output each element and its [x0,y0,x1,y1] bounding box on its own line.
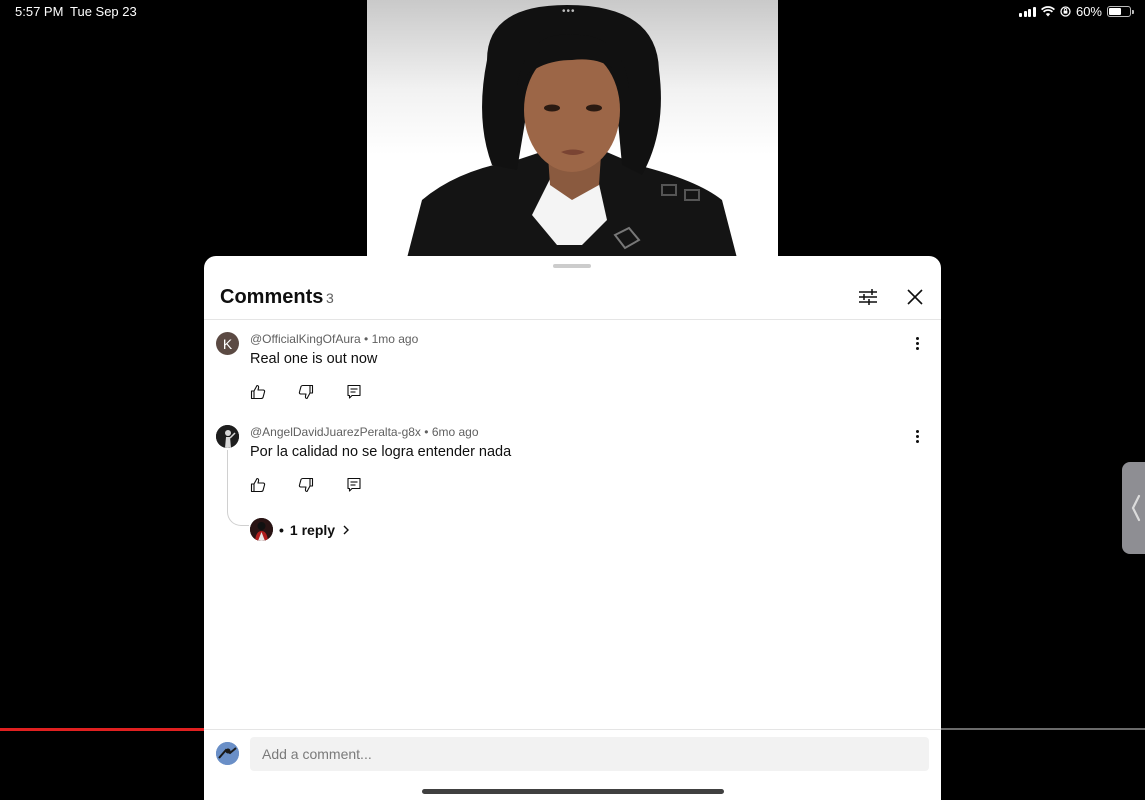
status-date: Tue Sep 23 [70,4,137,19]
reply-avatar [250,518,273,541]
comments-sheet: Comments 3 K @OfficialKingOfAura • 1mo a… [204,256,941,800]
dislike-button[interactable] [298,475,346,495]
comment-item: @AngelDavidJuarezPeralta-g8x • 6mo ago P… [204,425,941,505]
thumbs-down-icon [298,384,314,400]
sort-filter-button[interactable] [856,285,880,309]
comments-title: Comments [220,286,324,308]
reply-separator: • [279,521,284,538]
cellular-signal-icon [1019,6,1036,17]
thumbs-down-icon [298,477,314,493]
meta-separator: • [424,425,432,439]
chevron-left-icon [1131,494,1141,522]
reply-button[interactable] [346,475,394,495]
comment-time: 1mo ago [371,332,419,346]
dot [915,346,919,350]
meta-separator: • [364,332,372,346]
comment-actions [250,382,394,402]
view-replies-button[interactable]: • 1 reply [250,518,351,541]
video-progress-played[interactable] [0,728,204,731]
comment-more-button[interactable] [909,427,925,445]
commenter-avatar[interactable]: K [216,332,239,355]
comment-author[interactable]: @AngelDavidJuarezPeralta-g8x [250,425,421,439]
comments-header: Comments 3 [204,280,941,320]
battery-icon [1107,6,1134,17]
dislike-button[interactable] [298,382,346,402]
reply-button[interactable] [346,382,394,402]
reply-comment-icon [347,384,361,399]
wifi-icon [1040,6,1055,17]
avatar-image [216,425,239,448]
comment-actions [250,475,394,495]
video-player[interactable] [367,0,778,258]
comments-count: 3 [326,290,334,306]
dot [915,434,919,438]
chevron-right-icon [343,525,350,534]
close-icon [907,289,923,305]
avatar-image [250,518,273,541]
comment-meta: @AngelDavidJuarezPeralta-g8x • 6mo ago [250,425,479,439]
battery-percent: 60% [1075,4,1102,19]
reply-comment-icon [347,477,361,492]
commenter-avatar[interactable] [216,425,239,448]
dot [915,429,919,433]
sheet-drag-handle[interactable] [553,264,591,268]
avatar-image [216,742,239,765]
thumbs-up-icon [250,384,266,400]
orientation-lock-icon [1060,6,1071,17]
thumbs-up-icon [250,477,266,493]
battery-level [1109,8,1121,15]
comment-text: Real one is out now [250,351,378,367]
comment-author[interactable]: @OfficialKingOfAura [250,332,361,346]
comment-input[interactable] [250,737,929,771]
user-avatar[interactable] [216,742,239,765]
video-progress-remaining[interactable] [941,728,1145,730]
dot [915,341,919,345]
replies-count-label: 1 reply [289,521,336,538]
comment-text: Por la calidad no se logra entender nada [250,444,512,460]
comment-item: K @OfficialKingOfAura • 1mo ago Real one… [204,332,941,412]
sliders-icon [859,289,877,305]
like-button[interactable] [250,475,298,495]
status-time: 5:57 PM [15,4,64,19]
video-thumbnail-image [407,5,737,258]
close-comments-button[interactable] [903,285,927,309]
comment-meta: @OfficialKingOfAura • 1mo ago [250,332,418,346]
reply-thread-line [227,450,249,526]
status-indicators: 60% [1019,4,1134,19]
comment-more-button[interactable] [909,334,925,352]
dot [915,439,919,443]
side-panel-tab[interactable] [1122,462,1145,554]
comment-time: 6mo ago [431,425,479,439]
like-button[interactable] [250,382,298,402]
pager-dots[interactable]: ••• [562,6,576,17]
dot [915,336,919,340]
add-comment-bar [204,729,941,800]
home-indicator[interactable] [422,789,724,794]
